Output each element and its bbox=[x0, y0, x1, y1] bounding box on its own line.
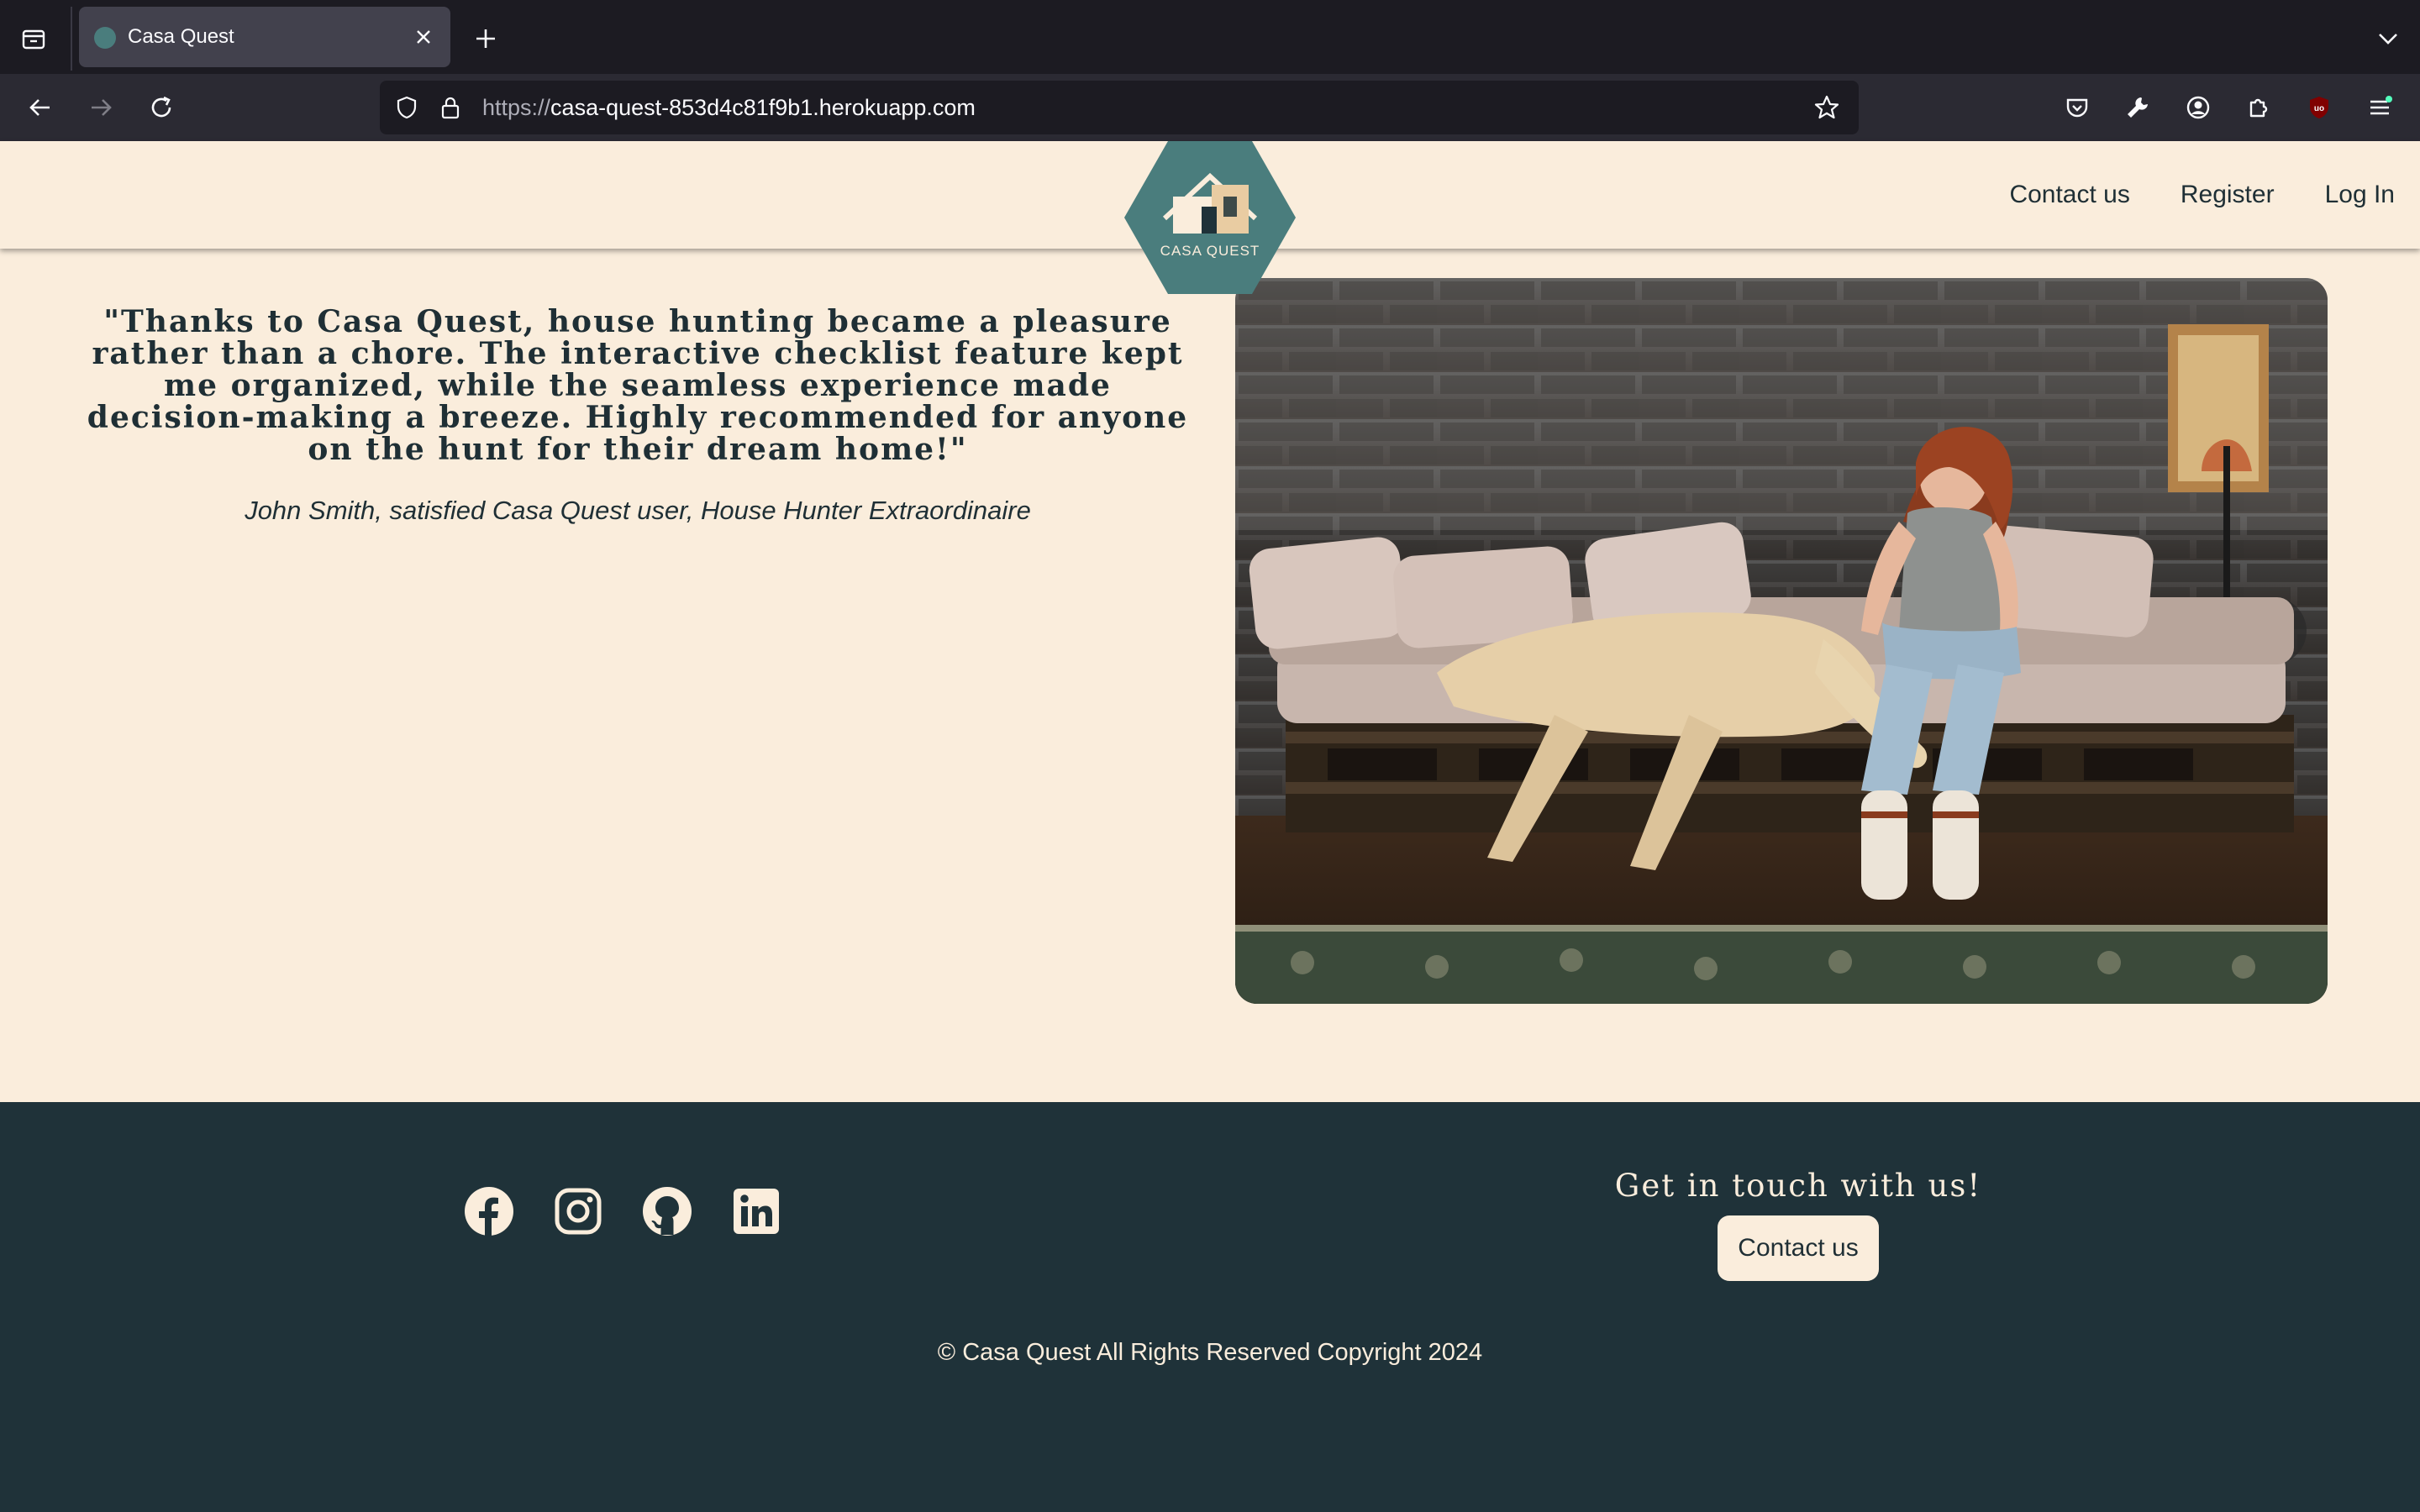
casa-quest-logo[interactable]: CASA QUEST bbox=[1124, 141, 1296, 294]
contact-us-button[interactable]: Contact us bbox=[1718, 1215, 1879, 1281]
tab-overview-icon[interactable] bbox=[15, 20, 52, 57]
new-tab-icon[interactable] bbox=[467, 20, 504, 57]
tab-title: Casa Quest bbox=[128, 25, 234, 48]
wrench-icon[interactable] bbox=[2118, 87, 2158, 128]
ublock-icon[interactable]: uo bbox=[2299, 87, 2339, 128]
nav-register-link[interactable]: Register bbox=[2181, 181, 2275, 209]
testimonial-author: John Smith, satisfied Casa Quest user, H… bbox=[245, 496, 1031, 525]
browser-tab-bar: Casa Quest bbox=[0, 0, 2420, 74]
site-nav: Contact us Register Log In bbox=[2009, 141, 2395, 249]
bookmark-star-icon[interactable] bbox=[1810, 91, 1844, 124]
social-links bbox=[464, 1186, 781, 1236]
contact-block: Get in touch with us! Contact us bbox=[1597, 1168, 2000, 1281]
testimonial: "Thanks to Casa Quest, house hunting bec… bbox=[84, 306, 1192, 526]
site-footer: Get in touch with us! Contact us © Casa … bbox=[0, 1102, 2420, 1512]
back-arrow-icon[interactable] bbox=[20, 87, 60, 128]
extensions-icon[interactable] bbox=[2238, 87, 2279, 128]
contact-heading: Get in touch with us! bbox=[1614, 1168, 1982, 1204]
hero-photo bbox=[1235, 278, 2328, 1004]
nav-login-link[interactable]: Log In bbox=[2325, 181, 2395, 209]
testimonial-quote: "Thanks to Casa Quest, house hunting bec… bbox=[87, 304, 1189, 467]
lock-icon[interactable] bbox=[434, 91, 467, 124]
address-bar[interactable]: https://casa-quest-853d4c81f9b1.herokuap… bbox=[380, 81, 1859, 134]
favicon-icon bbox=[94, 27, 116, 49]
close-icon[interactable] bbox=[407, 20, 440, 54]
copyright-text: © Casa Quest All Rights Reserved Copyrig… bbox=[937, 1339, 1483, 1366]
facebook-icon[interactable] bbox=[464, 1186, 514, 1236]
github-icon[interactable] bbox=[642, 1186, 692, 1236]
shield-icon[interactable] bbox=[390, 91, 424, 124]
nav-contact-link[interactable]: Contact us bbox=[2009, 181, 2129, 209]
instagram-icon[interactable] bbox=[553, 1186, 603, 1236]
tab-separator bbox=[71, 7, 72, 71]
browser-tab[interactable]: Casa Quest bbox=[79, 7, 450, 67]
menu-icon[interactable] bbox=[2360, 87, 2400, 128]
chevron-down-icon[interactable] bbox=[2370, 20, 2407, 57]
pocket-icon[interactable] bbox=[2057, 87, 2097, 128]
reload-icon[interactable] bbox=[141, 87, 182, 128]
forward-arrow-icon[interactable] bbox=[81, 87, 121, 128]
browser-nav-bar: https://casa-quest-853d4c81f9b1.herokuap… bbox=[0, 74, 2420, 141]
logo-text: CASA QUEST bbox=[1160, 243, 1260, 259]
linkedin-icon[interactable] bbox=[731, 1186, 781, 1236]
account-icon[interactable] bbox=[2178, 87, 2218, 128]
url-text: https://casa-quest-853d4c81f9b1.herokuap… bbox=[482, 95, 976, 120]
svg-text:uo: uo bbox=[2314, 104, 2324, 113]
